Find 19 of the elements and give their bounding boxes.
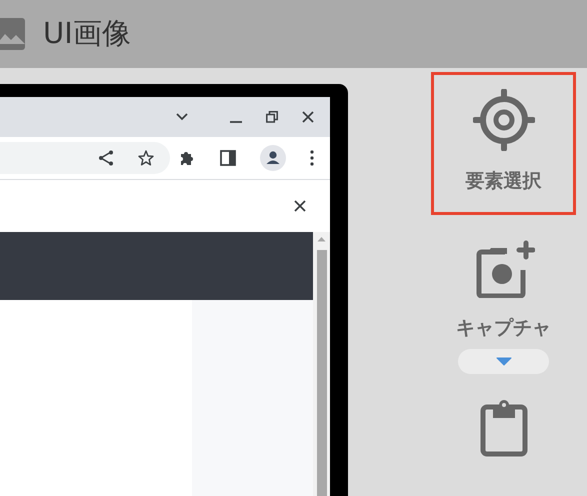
dropdown-button[interactable] — [458, 349, 549, 374]
share-icon — [98, 150, 114, 166]
chevron-down-icon — [176, 113, 188, 121]
app-title: UI画像 — [43, 15, 131, 52]
tool-button[interactable]: 要素選択 — [431, 72, 576, 214]
side-panel-icon — [220, 150, 236, 166]
kebab-menu-icon — [310, 150, 314, 166]
tool-button[interactable]: キャプチャ — [431, 222, 576, 349]
caret-down-icon — [496, 357, 512, 366]
puzzle-icon — [179, 150, 196, 166]
avatar-icon — [260, 145, 286, 171]
minimize-icon — [230, 121, 242, 123]
scroll-up-arrow-icon — [317, 236, 326, 242]
scrollbar-thumb[interactable] — [316, 250, 326, 496]
restore-icon — [266, 111, 278, 123]
close-icon — [302, 111, 314, 123]
star-icon — [138, 150, 154, 166]
close-icon — [294, 200, 306, 212]
crosshair-icon — [472, 89, 534, 151]
